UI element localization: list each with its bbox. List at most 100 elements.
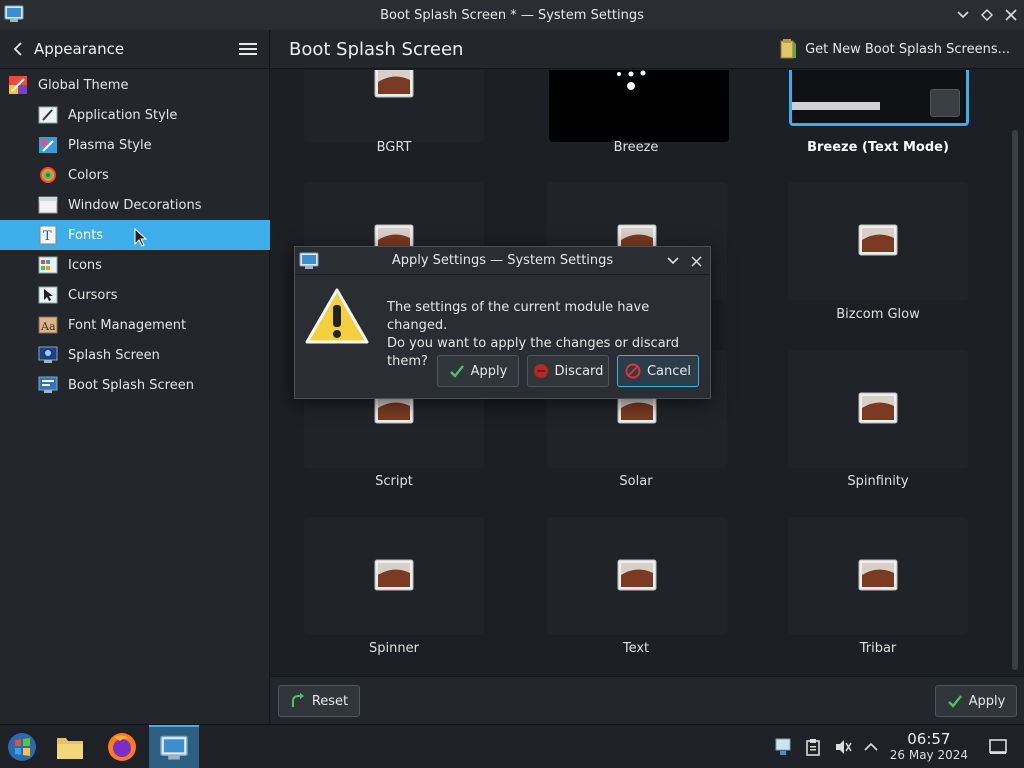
download-icon [780, 39, 797, 59]
clock[interactable]: 06:57 26 May 2024 [890, 731, 968, 763]
theme-tile-breeze[interactable] [549, 70, 729, 142]
plasma-style-icon [39, 137, 57, 153]
clock-date: 26 May 2024 [889, 748, 968, 762]
dialog-apply-button[interactable]: Apply [437, 355, 519, 387]
window-title: Boot Splash Screen * — System Settings [380, 7, 644, 23]
font-management-icon: Aa [38, 316, 58, 334]
tray-clipboard[interactable] [802, 725, 824, 768]
scrollbar-thumb[interactable] [1012, 130, 1018, 670]
dialog-message-line: The settings of the current module have … [387, 300, 650, 333]
dialog-discard-label: Discard [554, 363, 604, 379]
maximize-icon[interactable] [980, 8, 994, 22]
image-placeholder-icon [858, 392, 898, 424]
mouse-pointer-icon [134, 228, 148, 247]
tray-expand[interactable] [860, 725, 882, 768]
checkmark-icon [947, 695, 962, 708]
clipboard-icon [806, 739, 820, 756]
dialog-cancel-label: Cancel [646, 363, 692, 379]
app-launcher[interactable] [0, 725, 44, 768]
sidebar-category-title: Appearance [34, 40, 125, 58]
firefox-icon [108, 733, 136, 761]
theme-tile-breeze-text-mode[interactable] [789, 70, 969, 126]
text-mode-spinner-box [930, 89, 960, 117]
back-arrow-icon[interactable] [10, 40, 28, 58]
svg-text:T: T [43, 229, 52, 244]
application-style-icon [38, 106, 58, 124]
dialog-discard-button[interactable]: Discard [527, 355, 609, 387]
get-new-label: Get New Boot Splash Screens... [805, 41, 1010, 57]
sidebar-item-icons[interactable]: Icons [0, 250, 270, 280]
sidebar-item-label: Plasma Style [68, 137, 152, 153]
theme-label: BGRT [376, 140, 412, 155]
theme-tile-tribar[interactable] [788, 517, 968, 635]
chevron-up-icon [864, 742, 878, 751]
splash-screen-icon [38, 346, 58, 363]
theme-tile-text[interactable] [547, 517, 727, 635]
sidebar-item-label: Global Theme [38, 77, 129, 93]
sidebar-item-splash-screen[interactable]: Splash Screen [0, 340, 270, 370]
dialog-cancel-button[interactable]: Cancel [617, 355, 699, 387]
system-settings-icon [4, 5, 24, 22]
discard-icon [533, 364, 548, 378]
theme-tile-spinner[interactable] [304, 517, 484, 635]
theme-tile-bgrt[interactable] [304, 70, 484, 142]
sidebar: Appearance Global Theme Application Styl… [0, 30, 270, 724]
reset-label: Reset [311, 693, 349, 709]
tray-network[interactable] [772, 725, 794, 768]
checkmark-icon [449, 365, 464, 378]
sidebar-item-label: Cursors [68, 287, 118, 303]
cursors-icon [38, 286, 58, 304]
main-header: Boot Splash Screen Get New Boot Splash S… [271, 30, 1024, 69]
apply-settings-dialog: Apply Settings — System Settings The set… [294, 246, 711, 399]
show-desktop-icon [989, 739, 1007, 754]
sidebar-item-window-decorations[interactable]: Window Decorations [0, 190, 270, 220]
apply-button[interactable]: Apply [935, 685, 1017, 717]
sidebar-item-global-theme[interactable]: Global Theme [0, 70, 270, 100]
sidebar-item-plasma-style[interactable]: Plasma Style [0, 130, 270, 160]
dialog-titlebar[interactable]: Apply Settings — System Settings [295, 247, 710, 275]
close-icon[interactable] [1004, 8, 1018, 22]
dialog-apply-label: Apply [470, 363, 508, 379]
taskbar-system-settings[interactable] [149, 725, 199, 768]
reset-button[interactable]: Reset [278, 685, 360, 717]
global-theme-icon [9, 76, 27, 94]
minimize-icon[interactable] [956, 8, 970, 22]
sidebar-item-application-style[interactable]: Application Style [0, 100, 270, 130]
sidebar-item-colors[interactable]: Colors [0, 160, 270, 190]
image-placeholder-icon [617, 559, 657, 591]
tray-volume[interactable] [832, 725, 854, 768]
image-placeholder-icon [858, 559, 898, 591]
theme-label: Spinfinity [847, 474, 909, 489]
theme-tile-spinfinity[interactable] [788, 350, 968, 468]
taskbar-file-manager[interactable] [48, 725, 92, 768]
sidebar-item-label: Icons [68, 257, 102, 273]
sidebar-item-font-management[interactable]: Aa Font Management [0, 310, 270, 340]
dialog-title: Apply Settings — System Settings [391, 253, 614, 268]
sidebar-item-cursors[interactable]: Cursors [0, 280, 270, 310]
system-settings-icon [160, 735, 188, 760]
dialog-minimize-icon[interactable] [667, 257, 679, 265]
dialog-close-icon[interactable] [691, 255, 702, 267]
start-menu-icon [8, 733, 36, 761]
folder-icon [57, 738, 83, 759]
taskbar: 06:57 26 May 2024 [0, 724, 1024, 768]
window-titlebar[interactable]: Boot Splash Screen * — System Settings [0, 0, 1024, 30]
volume-muted-icon [836, 740, 852, 754]
sidebar-item-boot-splash-screen[interactable]: Boot Splash Screen [0, 370, 270, 400]
taskbar-firefox[interactable] [100, 725, 144, 768]
get-new-button[interactable]: Get New Boot Splash Screens... [779, 38, 1010, 60]
window-decorations-icon [38, 196, 58, 214]
theme-label: Script [375, 474, 413, 489]
sidebar-item-label: Font Management [68, 317, 187, 333]
theme-label: Breeze (Text Mode) [807, 140, 949, 155]
hamburger-menu-icon[interactable] [239, 42, 257, 56]
show-desktop[interactable] [986, 725, 1010, 768]
theme-tile-bizcom-glow[interactable] [788, 182, 968, 300]
fonts-icon: T [39, 225, 57, 245]
theme-label: Breeze [613, 140, 659, 155]
image-placeholder-icon [374, 559, 414, 591]
theme-label: Spinner [369, 641, 419, 656]
image-placeholder-icon [858, 224, 898, 256]
system-settings-icon [299, 252, 319, 269]
icons-icon [38, 256, 58, 274]
